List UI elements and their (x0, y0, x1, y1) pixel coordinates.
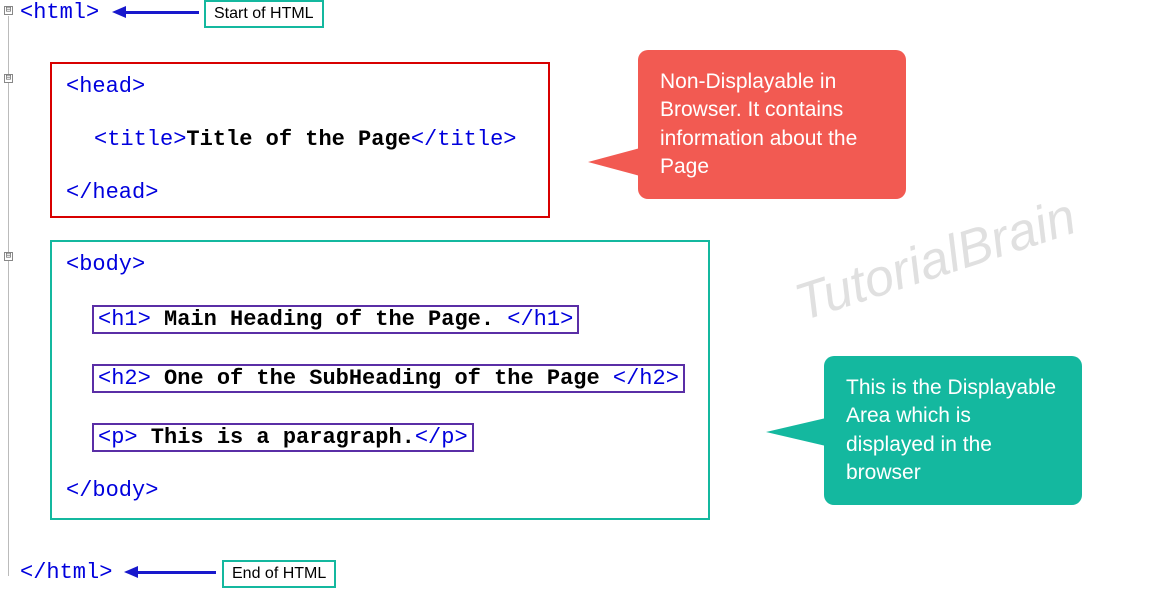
p-box: <p> This is a paragraph.</p> (92, 423, 474, 452)
fold-gutter-line (8, 16, 9, 576)
h2-open-tag: <h2> (98, 366, 151, 391)
h1-close-tag: </h1> (507, 307, 573, 332)
head-box: <head> <title>Title of the Page</title> … (50, 62, 550, 218)
fold-marker: ⊟ (4, 252, 13, 261)
arrow-start-line (124, 11, 199, 14)
h1-box: <h1> Main Heading of the Page. </h1> (92, 305, 579, 334)
head-callout: Non-Displayable in Browser. It contains … (638, 50, 906, 199)
h2-close-tag: </h2> (613, 366, 679, 391)
p-open-tag: <p> (98, 425, 138, 450)
body-callout: This is the Displayable Area which is di… (824, 356, 1082, 505)
title-close-tag: </title> (411, 127, 517, 152)
arrow-end-line (136, 571, 216, 574)
body-open-tag: <body> (66, 252, 694, 277)
head-close-tag: </head> (66, 180, 534, 205)
h2-box: <h2> One of the SubHeading of the Page <… (92, 364, 685, 393)
p-close-tag: </p> (415, 425, 468, 450)
html-open-tag: <html> (20, 0, 99, 25)
head-open-tag: <head> (66, 74, 534, 99)
p-text: This is a paragraph. (138, 425, 415, 450)
body-box: <body> <h1> Main Heading of the Page. </… (50, 240, 710, 520)
fold-marker: ⊟ (4, 74, 13, 83)
start-label: Start of HTML (204, 0, 324, 28)
title-text: Title of the Page (186, 127, 410, 152)
h2-text: One of the SubHeading of the Page (151, 366, 613, 391)
h1-open-tag: <h1> (98, 307, 151, 332)
title-open-tag: <title> (94, 127, 186, 152)
watermark: TutorialBrain (788, 187, 1083, 334)
body-callout-tail-icon (766, 418, 826, 446)
fold-marker: ⊟ (4, 6, 13, 15)
html-close-tag: </html> (20, 560, 112, 585)
end-label: End of HTML (222, 560, 336, 588)
h1-text: Main Heading of the Page. (151, 307, 507, 332)
head-callout-tail-icon (588, 148, 640, 176)
body-close-tag: </body> (66, 478, 694, 503)
